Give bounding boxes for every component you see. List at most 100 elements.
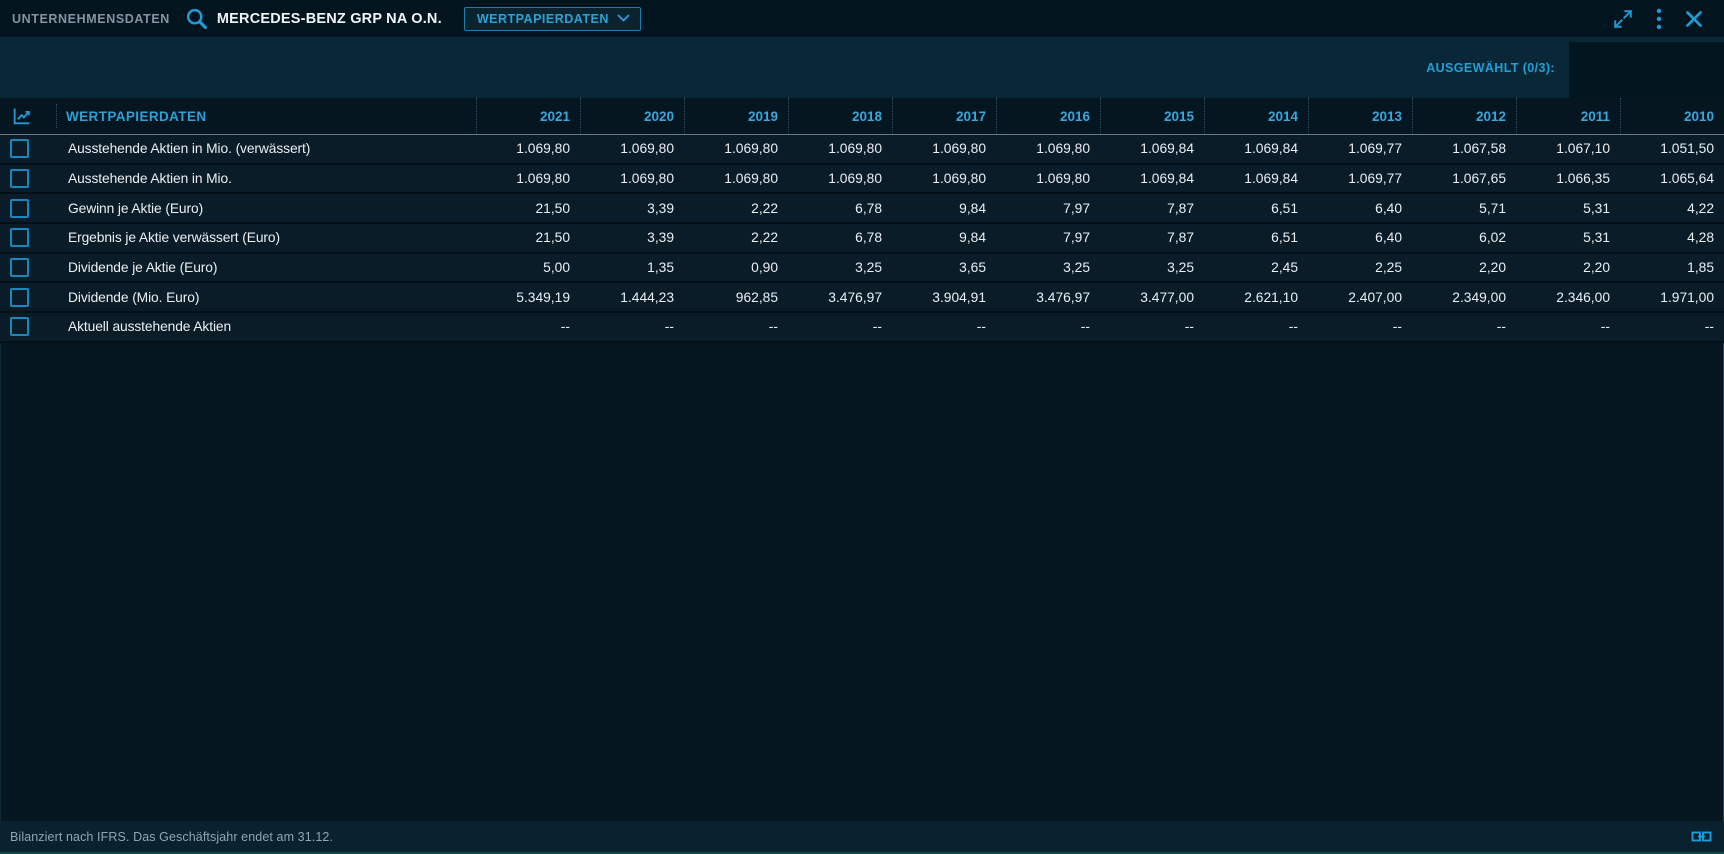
row-checkbox[interactable] <box>10 169 29 188</box>
dataset-dropdown-label: WERTPAPIERDATEN <box>477 12 609 26</box>
cell-value: 7,87 <box>1100 201 1204 216</box>
cell-value: 3,39 <box>580 201 684 216</box>
cell-value: 9,84 <box>892 230 996 245</box>
cell-value: 6,78 <box>788 230 892 245</box>
row-label-cell: Ausstehende Aktien in Mio. <box>0 169 476 188</box>
cell-value: 1.069,80 <box>476 171 580 186</box>
cell-value: 3,25 <box>788 260 892 275</box>
row-checkbox[interactable] <box>10 288 29 307</box>
cell-value: 3,65 <box>892 260 996 275</box>
year-header-2011: 2011 <box>1516 98 1620 134</box>
table-row: Dividende je Aktie (Euro)5,001,350,903,2… <box>0 254 1724 284</box>
row-checkbox[interactable] <box>10 199 29 218</box>
cell-value: 6,51 <box>1204 201 1308 216</box>
cell-value: -- <box>1204 319 1308 334</box>
cell-value: 4,22 <box>1620 201 1724 216</box>
cell-value: 1,85 <box>1620 260 1724 275</box>
cell-value: 4,28 <box>1620 230 1724 245</box>
cell-value: 5,00 <box>476 260 580 275</box>
row-label: Ergebnis je Aktie verwässert (Euro) <box>68 230 280 245</box>
cell-value: 6,02 <box>1412 230 1516 245</box>
cell-value: 1.067,65 <box>1412 171 1516 186</box>
row-label-cell: Gewinn je Aktie (Euro) <box>0 199 476 218</box>
row-checkbox[interactable] <box>10 258 29 277</box>
cell-value: 2.346,00 <box>1516 290 1620 305</box>
cell-value: 7,87 <box>1100 230 1204 245</box>
row-checkbox[interactable] <box>10 139 29 158</box>
cell-value: 1.066,35 <box>1516 171 1620 186</box>
close-icon[interactable] <box>1684 9 1704 29</box>
cell-value: 6,78 <box>788 201 892 216</box>
app-title: UNTERNEHMENSDATEN <box>12 12 170 26</box>
cell-value: 1.069,80 <box>996 141 1100 156</box>
search-icon[interactable] <box>184 6 209 31</box>
cell-value: 7,97 <box>996 230 1100 245</box>
cell-value: 1.444,23 <box>580 290 684 305</box>
cell-value: -- <box>1308 319 1412 334</box>
selection-slots-box <box>1569 42 1724 98</box>
row-label: Ausstehende Aktien in Mio. (verwässert) <box>68 141 310 156</box>
cell-value: 3.904,91 <box>892 290 996 305</box>
cell-value: 0,90 <box>684 260 788 275</box>
table-row: Ergebnis je Aktie verwässert (Euro) 21,50… <box>0 224 1724 254</box>
year-header-2015: 2015 <box>1100 98 1204 134</box>
cell-value: 3.476,97 <box>996 290 1100 305</box>
cell-value: 21,50 <box>476 201 580 216</box>
cell-value: 3.477,00 <box>1100 290 1204 305</box>
cell-value: -- <box>996 319 1100 334</box>
table-row: Dividende (Mio. Euro)5.349,191.444,23962… <box>0 283 1724 313</box>
table-row: Gewinn je Aktie (Euro) 21,503,392,226,789… <box>0 194 1724 224</box>
table-header-label-cell: WERTPAPIERDATEN <box>0 98 476 134</box>
footer-bar: Bilanziert nach IFRS. Das Geschäftsjahr … <box>0 821 1724 854</box>
more-options-icon[interactable] <box>1656 8 1662 30</box>
row-label-cell: Ausstehende Aktien in Mio. (verwässert) <box>0 139 476 158</box>
cell-value: 2,25 <box>1308 260 1412 275</box>
dataset-dropdown[interactable]: WERTPAPIERDATEN <box>464 7 641 31</box>
cell-value: 5,31 <box>1516 230 1620 245</box>
year-header-2020: 2020 <box>580 98 684 134</box>
year-header-2018: 2018 <box>788 98 892 134</box>
table-row: Ausstehende Aktien in Mio.1.069,801.069,… <box>0 165 1724 195</box>
cell-value: 2,22 <box>684 230 788 245</box>
table-body: Ausstehende Aktien in Mio. (verwässert) 1… <box>0 135 1724 343</box>
row-label: Ausstehende Aktien in Mio. <box>68 171 232 186</box>
cell-value: 9,84 <box>892 201 996 216</box>
line-chart-icon[interactable] <box>11 105 33 127</box>
cell-value: 1.069,84 <box>1204 141 1308 156</box>
row-checkbox[interactable] <box>10 228 29 247</box>
row-label: Dividende (Mio. Euro) <box>68 290 199 305</box>
cell-value: 6,51 <box>1204 230 1308 245</box>
cell-value: 1.051,50 <box>1620 141 1724 156</box>
cell-value: 2,45 <box>1204 260 1308 275</box>
cell-value: 21,50 <box>476 230 580 245</box>
row-checkbox[interactable] <box>10 317 29 336</box>
cell-value: 1.065,64 <box>1620 171 1724 186</box>
unternehmensdaten-window: UNTERNEHMENSDATEN MERCEDES-BENZ GRP NA O… <box>0 0 1724 854</box>
cell-value: 2,22 <box>684 201 788 216</box>
year-header-2021: 2021 <box>476 98 580 134</box>
cell-value: 1.069,80 <box>892 141 996 156</box>
cell-value: -- <box>788 319 892 334</box>
cell-value: -- <box>892 319 996 334</box>
table-row: Aktuell ausstehende Aktien--------------… <box>0 313 1724 343</box>
selection-toolbar: AUSGEWÄHLT (0/3): <box>0 37 1724 98</box>
cell-value: 1.069,84 <box>1100 141 1204 156</box>
accounting-note: Bilanziert nach IFRS. Das Geschäftsjahr … <box>10 830 333 844</box>
cell-value: 3,25 <box>996 260 1100 275</box>
row-label: Dividende je Aktie (Euro) <box>68 260 217 275</box>
cell-value: 5,31 <box>1516 201 1620 216</box>
cell-value: 3,39 <box>580 230 684 245</box>
year-header-2017: 2017 <box>892 98 996 134</box>
cell-value: -- <box>1412 319 1516 334</box>
row-label: Gewinn je Aktie (Euro) <box>68 201 203 216</box>
table-row: Ausstehende Aktien in Mio. (verwässert) 1… <box>0 135 1724 165</box>
cell-value: 2.349,00 <box>1412 290 1516 305</box>
link-icon[interactable] <box>1691 829 1712 844</box>
year-header-2010: 2010 <box>1620 98 1724 134</box>
cell-value: 6,40 <box>1308 201 1412 216</box>
cell-value: 2,20 <box>1412 260 1516 275</box>
top-bar: UNTERNEHMENSDATEN MERCEDES-BENZ GRP NA O… <box>0 0 1724 37</box>
cell-value: 1.069,80 <box>684 141 788 156</box>
expand-icon[interactable] <box>1612 8 1634 30</box>
table-header: WERTPAPIERDATEN 202120202019201820172016… <box>0 98 1724 135</box>
